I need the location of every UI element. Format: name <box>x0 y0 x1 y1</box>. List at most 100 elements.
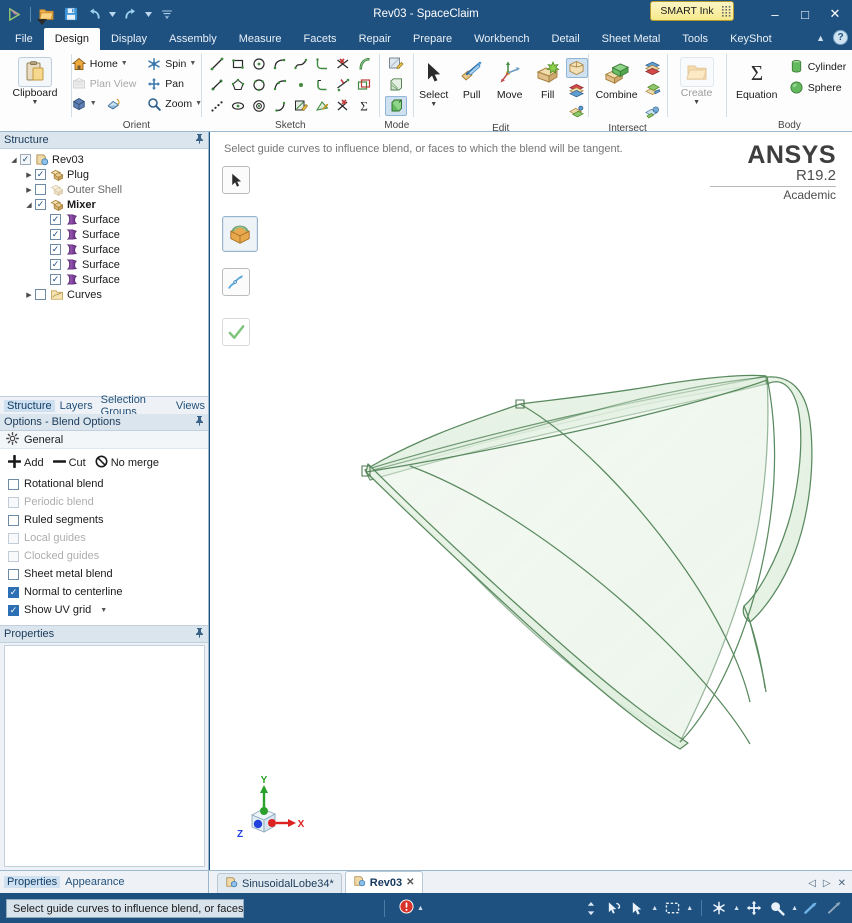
tree-visibility-checkbox[interactable] <box>50 229 61 240</box>
ribbon-tab-repair[interactable]: Repair <box>348 28 402 50</box>
select-back-icon[interactable] <box>605 899 623 917</box>
options-general-row[interactable]: General <box>0 431 208 449</box>
chevron-down-icon[interactable]: ▼ <box>32 99 39 106</box>
box-select-icon[interactable] <box>663 899 681 917</box>
cylinder-button[interactable]: Cylinder <box>787 57 849 76</box>
sketch-mode-icon[interactable] <box>385 54 407 74</box>
chevron-down-icon[interactable]: ▼ <box>100 607 107 614</box>
pin-icon[interactable] <box>195 133 204 147</box>
model-geometry[interactable] <box>210 132 852 870</box>
move-button[interactable]: Move <box>490 54 530 101</box>
spline-icon[interactable] <box>291 54 311 74</box>
tree-visibility-checkbox[interactable] <box>50 259 61 270</box>
three-point-arc-icon[interactable] <box>270 75 290 95</box>
tree-expander-icon[interactable]: ◢ <box>23 201 35 209</box>
arc-slice-icon[interactable] <box>354 54 374 74</box>
tree-visibility-checkbox[interactable] <box>35 184 46 195</box>
graphics-viewport[interactable]: Select guide curves to influence blend, … <box>210 132 852 870</box>
line-icon[interactable] <box>207 54 227 74</box>
tree-node-surface[interactable]: Surface <box>0 272 208 287</box>
pin-icon[interactable] <box>195 627 204 641</box>
tree-node-mixer[interactable]: ◢ Mixer <box>0 197 208 212</box>
ellipse-icon[interactable] <box>228 96 248 116</box>
sweep-arc-icon[interactable] <box>270 96 290 116</box>
properties-tab-appearance[interactable]: Appearance <box>62 876 127 888</box>
pin-icon[interactable] <box>195 415 204 429</box>
panel-tab-layers[interactable]: Layers <box>57 400 96 412</box>
add-action[interactable]: Add <box>7 454 44 471</box>
tree-expander-icon[interactable]: ◢ <box>8 156 20 164</box>
document-tab-sinusoidallobe34[interactable]: SinusoidalLobe34* <box>217 873 342 893</box>
section-mode-icon[interactable] <box>385 75 407 95</box>
coordinate-triad[interactable]: Y X Z <box>230 775 308 850</box>
error-caret-icon[interactable]: ▲ <box>417 905 424 912</box>
chevron-down-icon[interactable]: ▼ <box>189 60 196 67</box>
no-merge-action[interactable]: No merge <box>95 455 159 471</box>
pull-button[interactable]: Pull <box>454 54 490 101</box>
tree-visibility-checkbox[interactable] <box>50 274 61 285</box>
split-body-icon[interactable] <box>566 102 588 122</box>
zoom-caret-icon[interactable]: ▲ <box>791 905 798 912</box>
project-to-solid-icon[interactable] <box>642 80 664 100</box>
ribbon-tab-workbench[interactable]: Workbench <box>463 28 540 50</box>
tree-node-surface[interactable]: Surface <box>0 257 208 272</box>
ribbon-tab-facets[interactable]: Facets <box>293 28 348 50</box>
tab-next-icon[interactable]: ▷ <box>823 878 831 889</box>
checkbox[interactable] <box>8 586 19 598</box>
option-show-uv-grid[interactable]: Show UV grid ▼ <box>8 601 200 619</box>
ribbon-tab-detail[interactable]: Detail <box>541 28 591 50</box>
equation-curve-icon[interactable]: Σ <box>354 96 374 116</box>
checkbox[interactable] <box>8 604 19 616</box>
trim-away-icon[interactable] <box>333 54 353 74</box>
combine-button[interactable]: Combine <box>592 54 642 101</box>
tab-close-icon[interactable]: ✕ <box>838 878 846 889</box>
view-orientation-icon[interactable] <box>106 96 122 112</box>
option-ruled-segments[interactable]: Ruled segments <box>8 511 200 529</box>
minimize-button[interactable]: – <box>760 2 790 26</box>
checkbox[interactable] <box>8 478 19 490</box>
three-d-mode-icon[interactable] <box>385 96 408 116</box>
concentric-circle-icon[interactable] <box>249 96 269 116</box>
close-icon[interactable]: ✕ <box>406 877 414 888</box>
chevron-down-icon[interactable]: ▼ <box>121 60 128 67</box>
point-icon[interactable] <box>291 75 311 95</box>
tree-expander-icon[interactable]: ▶ <box>23 171 35 179</box>
ribbon-tab-keyshot[interactable]: KeyShot <box>719 28 783 50</box>
zoom-icon[interactable] <box>768 899 786 917</box>
split-icon[interactable] <box>333 75 353 95</box>
tree-node-curves[interactable]: ▶ Curves <box>0 287 208 302</box>
construction-line-icon[interactable] <box>207 75 227 95</box>
chevron-down-icon[interactable]: ▼ <box>693 99 700 106</box>
spin-caret-icon[interactable]: ▲ <box>733 905 740 912</box>
tree-node-surface[interactable]: Surface <box>0 242 208 257</box>
option-rotational-blend[interactable]: Rotational blend <box>8 475 200 493</box>
trim-icon[interactable] <box>333 96 353 116</box>
tree-visibility-checkbox[interactable] <box>50 244 61 255</box>
view-orientation-row[interactable]: ▼ <box>69 94 139 113</box>
select-button[interactable]: Select ▼ <box>414 54 454 108</box>
interference-icon[interactable] <box>642 102 664 122</box>
ribbon-tab-tools[interactable]: Tools <box>671 28 719 50</box>
smart-ink-toolbar[interactable]: SMART Ink <box>650 1 734 21</box>
corner-arc-icon[interactable] <box>312 54 332 74</box>
tab-prev-icon[interactable]: ◁ <box>808 878 816 889</box>
sketch-edit-icon[interactable] <box>291 96 311 116</box>
tree-node-plug[interactable]: ▶ Plug <box>0 167 208 182</box>
shell-icon[interactable] <box>566 80 588 100</box>
properties-grid[interactable] <box>4 645 205 867</box>
polygon-icon[interactable] <box>228 75 248 95</box>
ribbon-tab-prepare[interactable]: Prepare <box>402 28 463 50</box>
help-button[interactable]: ? <box>833 30 848 45</box>
ribbon-tab-display[interactable]: Display <box>100 28 158 50</box>
fill-button[interactable]: Fill <box>530 54 566 101</box>
zoom-extents-icon[interactable] <box>803 899 821 917</box>
home-button[interactable]: Home ▼ <box>69 54 139 73</box>
tree-node-rev03[interactable]: ◢ Rev03 <box>0 152 208 167</box>
fly-through-icon[interactable] <box>826 899 844 917</box>
tangent-arc-icon[interactable] <box>270 54 290 74</box>
sphere-button[interactable]: Sphere <box>787 78 849 97</box>
chevron-down-icon[interactable]: ▼ <box>90 100 97 107</box>
grip-icon[interactable] <box>719 2 733 20</box>
cut-action[interactable]: Cut <box>52 455 86 471</box>
tree-expander-icon[interactable]: ▶ <box>23 186 35 194</box>
